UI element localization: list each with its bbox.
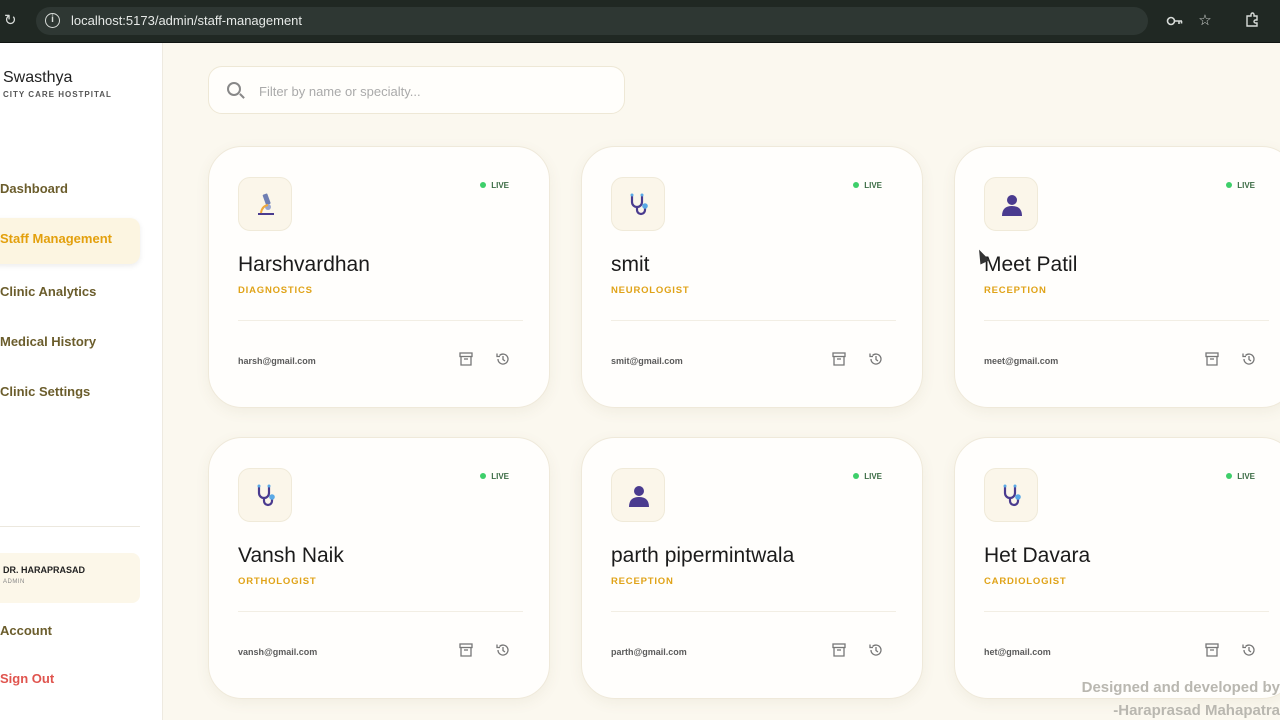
sidebar-item-staff-management[interactable]: Staff Management xyxy=(0,218,140,264)
user-profile-card[interactable]: DR. HARAPRASAD ADMIN xyxy=(0,553,140,603)
staff-card[interactable]: LIVE parth pipermintwala RECEPTION parth@gm… xyxy=(581,437,923,699)
live-dot xyxy=(1226,181,1233,188)
staff-card[interactable]: LIVE smit NEUROLOGIST smit@gmail.com xyxy=(581,146,923,408)
staff-card[interactable]: LIVE Meet Patil RECEPTION meet@gmail.com xyxy=(954,146,1280,408)
bookmark-star-icon[interactable]: ☆ xyxy=(1196,12,1214,30)
staff-role: CARDIOLOGIST xyxy=(984,576,1067,587)
microscope-icon xyxy=(238,177,292,231)
staff-role: NEUROLOGIST xyxy=(611,285,690,296)
staff-email: het@gmail.com xyxy=(984,647,1051,657)
archive-icon[interactable] xyxy=(830,350,848,368)
live-status-badge: LIVE xyxy=(1226,181,1255,190)
sidebar: Swasthya CITY CARE HOSTPITAL Dashboard S… xyxy=(0,43,163,720)
staff-email: parth@gmail.com xyxy=(611,647,687,657)
brand-subtitle: CITY CARE HOSTPITAL xyxy=(3,90,112,99)
credit-author: -Haraprasad Mahapatra xyxy=(1113,702,1280,719)
user-name: DR. HARAPRASAD xyxy=(3,565,86,575)
staff-card[interactable]: LIVE Harshvardhan DIAGNOSTICS harsh@gmail.c… xyxy=(208,146,550,408)
card-divider xyxy=(238,611,523,612)
password-key-icon[interactable] xyxy=(1165,12,1185,30)
archive-icon[interactable] xyxy=(457,350,475,368)
staff-email: smit@gmail.com xyxy=(611,356,683,366)
live-dot xyxy=(1226,472,1233,479)
person-icon xyxy=(611,468,665,522)
sidebar-item-medical-history[interactable]: Medical History xyxy=(0,332,96,352)
staff-name: Meet Patil xyxy=(984,253,1078,276)
live-dot xyxy=(853,472,860,479)
live-dot xyxy=(480,472,487,479)
staff-name: Het Davara xyxy=(984,544,1091,567)
address-bar[interactable]: i localhost:5173/admin/staff-management xyxy=(36,7,1148,35)
staff-name: parth pipermintwala xyxy=(611,544,795,567)
stethoscope-icon xyxy=(984,468,1038,522)
stethoscope-icon xyxy=(238,468,292,522)
history-icon[interactable] xyxy=(1240,350,1258,368)
stethoscope-icon xyxy=(611,177,665,231)
card-divider xyxy=(611,320,896,321)
live-dot xyxy=(853,181,860,188)
archive-icon[interactable] xyxy=(830,641,848,659)
sidebar-divider xyxy=(0,526,140,527)
staff-role: RECEPTION xyxy=(984,285,1047,296)
live-status-badge: LIVE xyxy=(1226,472,1255,481)
history-icon[interactable] xyxy=(494,641,512,659)
site-info-icon[interactable]: i xyxy=(45,13,60,28)
staff-search[interactable] xyxy=(208,66,625,114)
archive-icon[interactable] xyxy=(1203,641,1221,659)
staff-email: meet@gmail.com xyxy=(984,356,1059,366)
staff-card[interactable]: LIVE Vansh Naik ORTHOLOGIST vansh@gmail.com xyxy=(208,437,550,699)
search-input[interactable] xyxy=(259,79,609,103)
footer-credit: Designed and developed by -Haraprasad Ma… xyxy=(1040,676,1280,720)
staff-name: Vansh Naik xyxy=(238,544,344,567)
staff-role: ORTHOLOGIST xyxy=(238,576,317,587)
card-divider xyxy=(984,611,1269,612)
staff-role: RECEPTION xyxy=(611,576,674,587)
history-icon[interactable] xyxy=(494,350,512,368)
staff-card[interactable]: LIVE Het Davara CARDIOLOGIST het@gmail.com xyxy=(954,437,1280,699)
browser-toolbar: ↻ i localhost:5173/admin/staff-managemen… xyxy=(0,0,1280,43)
account-link[interactable]: Account xyxy=(0,623,52,638)
credit-line: Designed and developed by xyxy=(1081,679,1280,696)
sidebar-item-clinic-analytics[interactable]: Clinic Analytics xyxy=(0,282,96,302)
staff-email: harsh@gmail.com xyxy=(238,356,316,366)
staff-role: DIAGNOSTICS xyxy=(238,285,313,296)
search-icon xyxy=(227,82,241,96)
history-icon[interactable] xyxy=(867,350,885,368)
card-divider xyxy=(238,320,523,321)
url-text[interactable]: localhost:5173/admin/staff-management xyxy=(71,13,302,29)
live-dot xyxy=(480,181,487,188)
sidebar-item-dashboard[interactable]: Dashboard xyxy=(0,179,68,199)
extensions-icon[interactable] xyxy=(1243,12,1261,30)
card-divider xyxy=(611,611,896,612)
sidebar-item-label: Staff Management xyxy=(0,231,112,246)
live-status-badge: LIVE xyxy=(853,181,882,190)
history-icon[interactable] xyxy=(1240,641,1258,659)
staff-email: vansh@gmail.com xyxy=(238,647,318,657)
archive-icon[interactable] xyxy=(1203,350,1221,368)
archive-icon[interactable] xyxy=(457,641,475,659)
history-icon[interactable] xyxy=(867,641,885,659)
staff-name: Harshvardhan xyxy=(238,253,370,276)
staff-name: smit xyxy=(611,253,650,276)
sign-out-link[interactable]: Sign Out xyxy=(0,671,54,686)
live-status-badge: LIVE xyxy=(480,181,509,190)
card-divider xyxy=(984,320,1269,321)
live-status-badge: LIVE xyxy=(480,472,509,481)
reload-icon[interactable]: ↻ xyxy=(4,12,20,30)
live-status-badge: LIVE xyxy=(853,472,882,481)
person-icon xyxy=(984,177,1038,231)
brand-name: Swasthya xyxy=(3,69,73,86)
sidebar-item-clinic-settings[interactable]: Clinic Settings xyxy=(0,382,90,402)
user-role: ADMIN xyxy=(3,579,25,585)
